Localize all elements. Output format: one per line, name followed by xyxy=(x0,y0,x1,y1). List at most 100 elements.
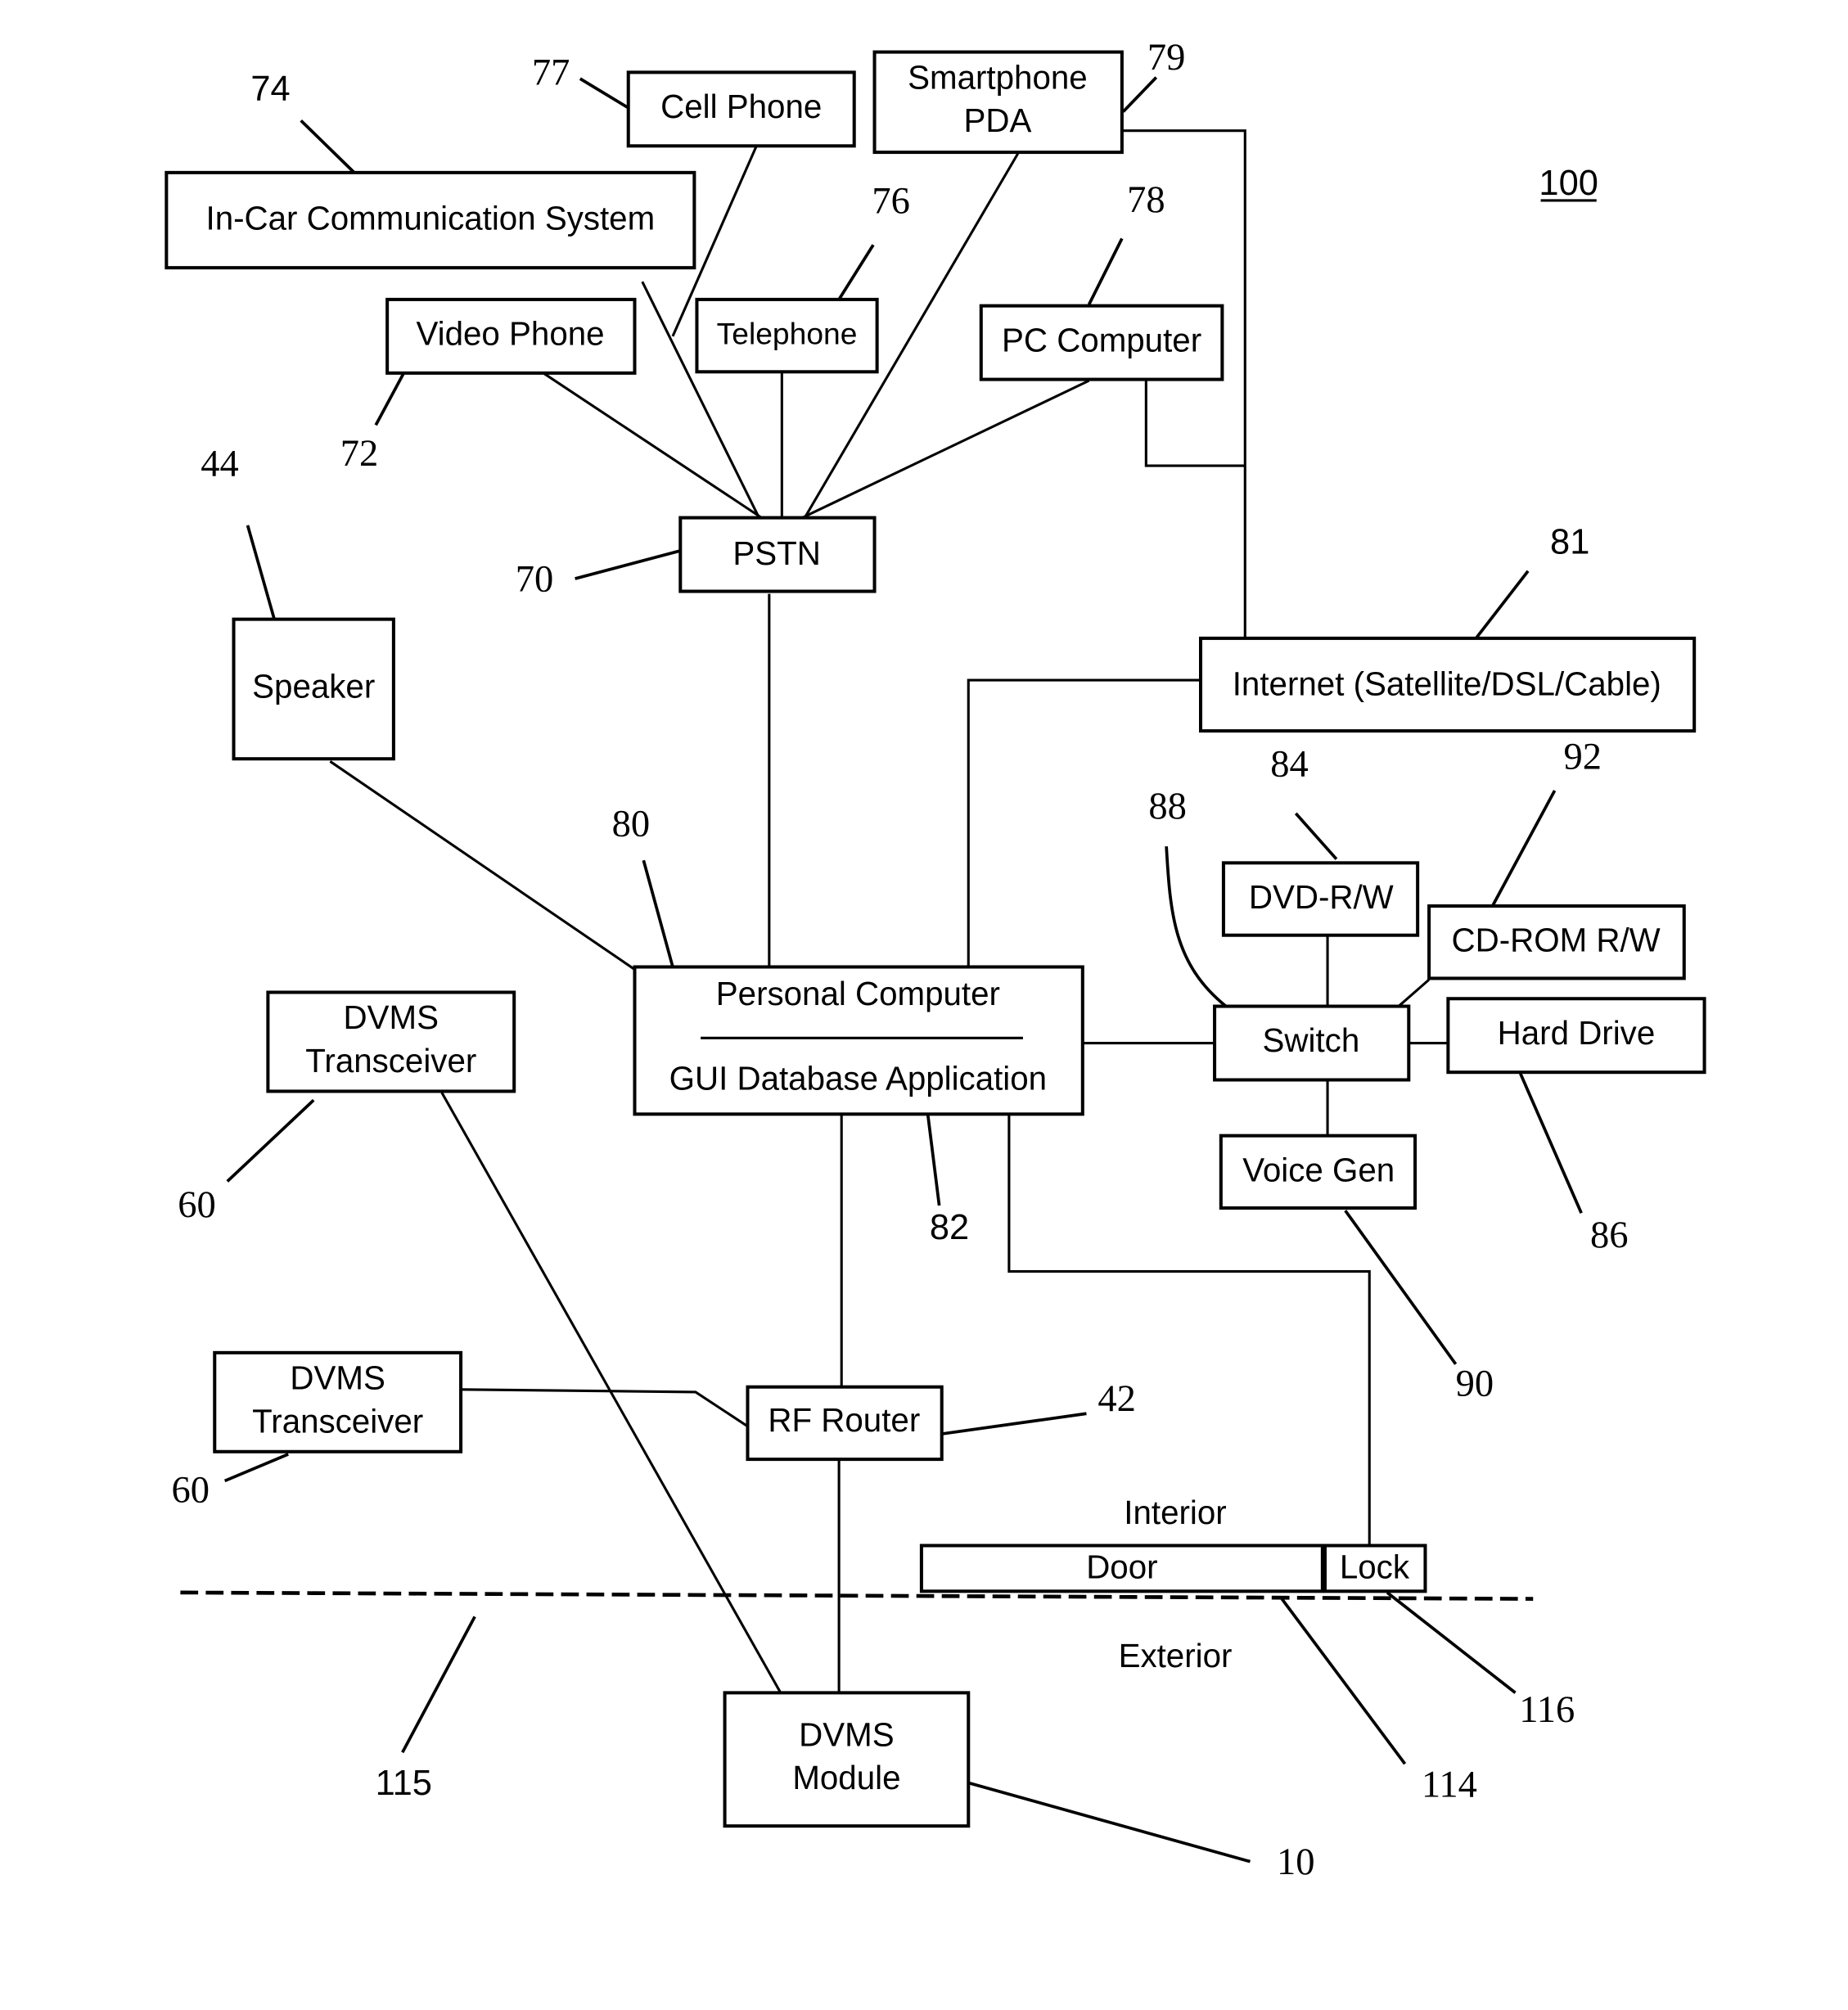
leader-90 xyxy=(1344,1210,1458,1365)
ref-92: 92 xyxy=(1563,736,1602,777)
personal-computer-label: Personal Computer xyxy=(716,976,1000,1012)
leader-79 xyxy=(1122,76,1158,113)
pstn-node[interactable]: PSTN xyxy=(678,516,877,593)
internet-node[interactable]: Internet (Satellite/DSL/Cable) xyxy=(1198,636,1697,733)
hard-drive-label: Hard Drive xyxy=(1498,1015,1656,1052)
ref-82: 82 xyxy=(930,1208,969,1247)
figure-number: 100 xyxy=(1539,164,1598,203)
dvd-rw-node[interactable]: DVD-R/W xyxy=(1221,861,1420,937)
leader-70 xyxy=(575,549,681,580)
personal-computer-node[interactable]: Personal Computer GUI Database Applicati… xyxy=(633,965,1084,1116)
ref-80: 80 xyxy=(612,804,651,845)
video-phone-label: Video Phone xyxy=(417,316,605,353)
switch-node[interactable]: Switch xyxy=(1213,1004,1411,1082)
conn-pc-internet xyxy=(1144,381,1246,467)
ref-70: 70 xyxy=(516,558,554,600)
leader-76 xyxy=(837,244,875,300)
lock-node[interactable]: Lock xyxy=(1323,1544,1427,1593)
cd-rom-rw-node[interactable]: CD-ROM R/W xyxy=(1427,904,1686,980)
dvms-module-label-line2: Module xyxy=(792,1760,900,1796)
smartphone-pda-node[interactable]: Smartphone PDA xyxy=(872,50,1124,155)
dvms-transceiver-2-label-line1: DVMS xyxy=(290,1360,385,1397)
ref-74: 74 xyxy=(250,70,290,109)
system-diagram: In-Car Communication System Cell Phone S… xyxy=(165,37,1706,1883)
voice-gen-node[interactable]: Voice Gen xyxy=(1219,1133,1418,1210)
ref-86: 86 xyxy=(1590,1215,1629,1256)
leader-81 xyxy=(1474,570,1530,640)
ref-44: 44 xyxy=(201,443,239,484)
interior-label: Interior xyxy=(1124,1494,1226,1531)
ref-77: 77 xyxy=(532,52,570,94)
ref-114: 114 xyxy=(1422,1764,1477,1805)
ref-60b: 60 xyxy=(172,1470,210,1512)
telephone-label: Telephone xyxy=(717,317,858,351)
dvms-module-label-line1: DVMS xyxy=(799,1716,894,1753)
dvms-transceiver-1-label-line2: Transceiver xyxy=(305,1043,476,1079)
conn-transceiver1-dvmsmodule xyxy=(440,1092,782,1694)
leader-84 xyxy=(1294,812,1338,860)
telephone-node[interactable]: Telephone xyxy=(695,297,879,374)
cell-phone-node[interactable]: Cell Phone xyxy=(626,70,856,148)
leader-44 xyxy=(246,525,276,620)
dvms-module-node[interactable]: DVMS Module xyxy=(723,1691,971,1828)
leader-115 xyxy=(401,1616,476,1754)
smartphone-label: Smartphone xyxy=(908,59,1088,96)
exterior-label: Exterior xyxy=(1119,1638,1233,1674)
interior-exterior-boundary xyxy=(180,1590,1534,1601)
ref-10: 10 xyxy=(1277,1841,1314,1883)
conn-videophone-pstn xyxy=(542,372,763,519)
leader-116 xyxy=(1386,1591,1517,1694)
hard-drive-node[interactable]: Hard Drive xyxy=(1446,997,1706,1075)
ref-79: 79 xyxy=(1147,37,1186,79)
ref-42: 42 xyxy=(1098,1378,1136,1420)
leader-74 xyxy=(300,119,356,174)
leader-114 xyxy=(1280,1598,1407,1765)
conn-cdrom-switch xyxy=(1397,978,1431,1007)
ref-78: 78 xyxy=(1127,179,1165,221)
in-car-communication-system-node[interactable]: In-Car Communication System xyxy=(165,170,696,270)
speaker-node[interactable]: Speaker xyxy=(232,617,395,761)
ref-84: 84 xyxy=(1270,744,1309,786)
door-label: Door xyxy=(1086,1549,1157,1586)
pda-label: PDA xyxy=(963,102,1031,139)
leader-86 xyxy=(1519,1072,1583,1215)
ref-76: 76 xyxy=(872,180,910,222)
ref-88: 88 xyxy=(1148,786,1187,827)
leader-92 xyxy=(1490,790,1557,907)
rf-router-label: RF Router xyxy=(768,1402,920,1439)
lock-label: Lock xyxy=(1340,1549,1410,1586)
ref-72: 72 xyxy=(340,433,379,475)
dvd-rw-label: DVD-R/W xyxy=(1249,879,1394,916)
ref-116: 116 xyxy=(1519,1689,1575,1731)
ref-90: 90 xyxy=(1456,1363,1494,1404)
gui-database-application-label: GUI Database Application xyxy=(669,1061,1047,1097)
leader-88 xyxy=(1165,846,1228,1007)
ref-115: 115 xyxy=(376,1764,432,1803)
leader-72 xyxy=(374,372,405,426)
in-car-communication-system-label: In-Car Communication System xyxy=(206,200,656,237)
pc-computer-label: PC Computer xyxy=(1002,322,1201,358)
switch-label: Switch xyxy=(1263,1022,1360,1059)
leader-82 xyxy=(926,1114,941,1206)
door-node[interactable]: Door xyxy=(919,1544,1324,1593)
cell-phone-label: Cell Phone xyxy=(660,88,822,125)
leader-80 xyxy=(642,859,674,967)
dvms-transceiver-2-label-line2: Transceiver xyxy=(252,1403,423,1440)
voice-gen-label: Voice Gen xyxy=(1242,1151,1395,1188)
conn-transceiver2-rfrouter xyxy=(461,1388,749,1428)
leader-60b xyxy=(223,1453,289,1483)
cd-rom-rw-label: CD-ROM R/W xyxy=(1452,922,1661,959)
dvms-transceiver-1-node[interactable]: DVMS Transceiver xyxy=(266,990,516,1093)
leader-10 xyxy=(967,1781,1251,1864)
pc-computer-node[interactable]: PC Computer xyxy=(979,304,1224,381)
ref-60a: 60 xyxy=(178,1184,216,1226)
leader-60a xyxy=(226,1098,315,1183)
dvms-transceiver-2-node[interactable]: DVMS Transceiver xyxy=(213,1350,463,1453)
pstn-label: PSTN xyxy=(732,535,820,572)
speaker-label: Speaker xyxy=(252,669,375,705)
leader-78 xyxy=(1087,237,1124,305)
conn-speaker-pc xyxy=(329,760,636,971)
dvms-transceiver-1-label-line1: DVMS xyxy=(344,999,439,1036)
rf-router-node[interactable]: RF Router xyxy=(746,1385,944,1462)
video-phone-node[interactable]: Video Phone xyxy=(385,297,637,375)
